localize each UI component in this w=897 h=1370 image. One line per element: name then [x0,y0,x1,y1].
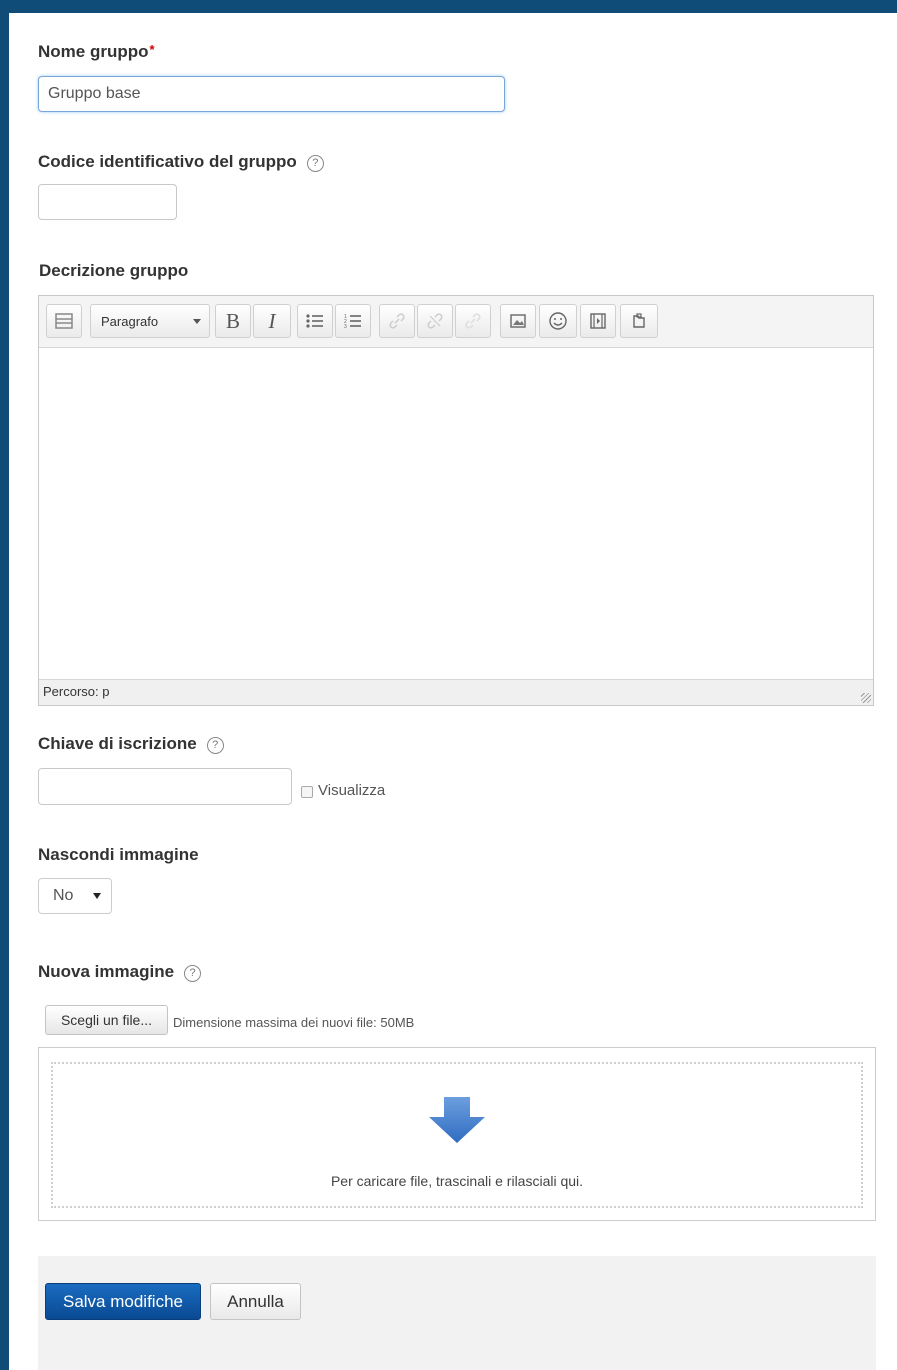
unlink-icon[interactable] [417,304,453,338]
cancel-button-label: Annulla [227,1291,284,1311]
resize-handle-icon[interactable] [861,693,871,703]
editor-toolbar: Paragrafo B I 123 [39,296,873,348]
numbered-list-icon[interactable]: 123 [335,304,371,338]
max-file-size-text: Dimensione massima dei nuovi file: 50MB [173,1015,415,1030]
chevron-down-icon [193,318,201,324]
help-icon[interactable]: ? [306,155,324,172]
bold-button-label: B [225,308,240,333]
editor-content-area[interactable] [39,348,873,679]
enrolment-key-input[interactable] [38,768,292,805]
id-number-input[interactable] [38,184,177,220]
choose-file-button[interactable]: Scegli un file... [45,1005,168,1035]
toolbar-toggle-icon[interactable] [46,304,82,338]
enrolment-key-label-text: Chiave di iscrizione [38,734,197,753]
manage-files-icon[interactable] [620,304,658,338]
group-name-input-value: Gruppo base [48,85,141,102]
bold-button[interactable]: B [215,304,251,338]
help-icon[interactable]: ? [206,737,224,754]
group-name-label: Nome gruppo* [38,42,155,62]
save-changes-button-label: Salva modifiche [62,1291,183,1311]
choose-file-button-label: Scegli un file... [60,1012,153,1028]
rich-text-editor: Paragrafo B I 123 Percorso: p [38,295,874,706]
show-password-checkbox[interactable] [301,786,313,798]
bullet-list-icon[interactable] [297,304,333,338]
download-arrow-icon [429,1097,485,1143]
group-name-label-text: Nome gruppo [38,42,149,61]
help-icon[interactable]: ? [184,965,202,982]
description-label-text: Decrizione gruppo [39,261,189,280]
id-number-label-text: Codice identificativo del gruppo [38,152,297,171]
required-marker: * [149,42,155,57]
drop-instructions: Per caricare file, trascinali e rilascia… [330,1173,584,1189]
window-top-border [0,0,897,13]
editor-statusbar: Percorso: p [39,679,873,705]
svg-text:3: 3 [344,324,347,330]
hide-picture-select[interactable]: No [38,878,112,914]
media-icon[interactable] [580,304,616,338]
italic-button-label: I [268,308,276,333]
chevron-down-icon [93,893,101,899]
description-label: Decrizione gruppo [39,261,188,281]
new-picture-label: Nuova immagine? [38,962,202,982]
format-select[interactable]: Paragrafo [90,304,210,338]
link-icon[interactable] [379,304,415,338]
show-password-label: Visualizza [318,782,386,799]
enrolment-key-label: Chiave di iscrizione? [38,734,224,754]
new-picture-label-text: Nuova immagine [38,962,175,981]
group-name-input[interactable]: Gruppo base [38,76,505,112]
hide-picture-label-text: Nascondi immagine [38,845,199,864]
id-number-label: Codice identificativo del gruppo? [38,152,324,172]
emoticon-icon[interactable] [539,304,577,338]
hide-picture-label: Nascondi immagine [38,845,199,865]
format-select-value: Paragrafo [101,313,159,329]
italic-button[interactable]: I [253,304,291,338]
cancel-button[interactable]: Annulla [210,1283,301,1320]
image-icon[interactable] [500,304,536,338]
hide-picture-select-value: No [53,887,74,904]
anchor-icon[interactable] [455,304,491,338]
editor-path: Percorso: p [43,684,110,699]
window-left-border [0,0,9,1370]
save-changes-button[interactable]: Salva modifiche [45,1283,201,1320]
